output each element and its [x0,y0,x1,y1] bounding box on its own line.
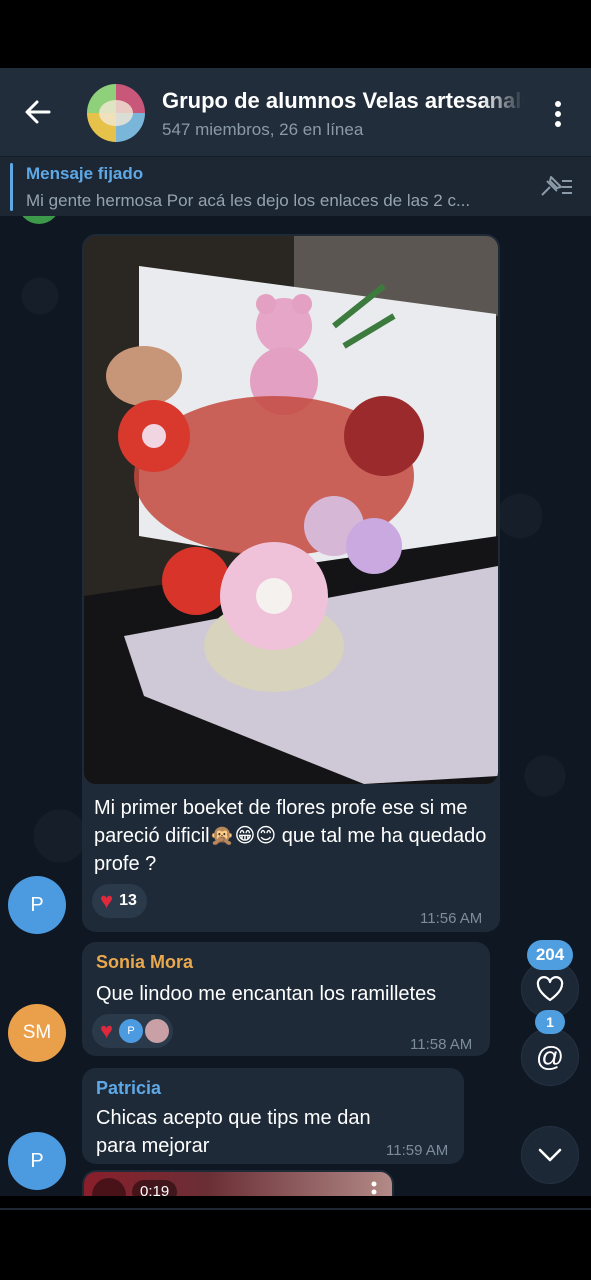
message-bubble[interactable]: Sonia Mora Que lindoo me encantan los ra… [82,942,490,1056]
message-time: 11:58 AM [410,1036,473,1053]
reaction-chip[interactable]: ♥ P [92,1014,174,1048]
sender-name[interactable]: Sonia Mora [96,952,193,973]
chat-area[interactable]: Mi primer boeket de flores profe ese si … [0,216,591,1196]
reactions-badge: 204 [527,940,573,970]
message-text: Que lindoo me encantan los ramilletes [96,983,437,1005]
chat-title[interactable]: Grupo de alumnos Velas artesanales [162,88,524,114]
video-more-icon[interactable] [370,1180,378,1196]
sender-name[interactable]: Patricia [96,1078,161,1099]
message-time: 11:59 AM [386,1142,449,1159]
message-bubble[interactable]: Patricia Chicas acepto que tips me dan p… [82,1068,464,1164]
pinned-label: Mensaje fijado [26,164,144,183]
message-text: Mi primer boeket de flores profe ese si … [94,797,487,875]
heart-icon: ♥ [100,888,114,913]
video-message[interactable]: 0:19 [82,1170,394,1196]
heart-outline-icon [536,976,564,1002]
scroll-down-button[interactable] [521,1126,579,1184]
user-avatar[interactable]: P [8,1132,66,1190]
group-avatar[interactable] [87,84,145,142]
user-avatar[interactable]: P [8,876,66,934]
divider [0,1208,591,1210]
heart-icon: ♥ [100,1018,114,1043]
video-thumbnail[interactable] [84,1172,392,1196]
reactor-avatar: P [119,1019,144,1043]
chat-subtitle: 547 miembros, 26 en línea [162,120,364,139]
mentions-jump-button[interactable]: @ [521,1028,579,1086]
pinned-indicator [10,163,13,211]
flower-bouquet-photo[interactable] [84,236,498,784]
chat-header: Grupo de alumnos Velas artesanales 547 m… [0,68,591,156]
at-sign-icon: @ [535,1041,565,1072]
status-bar [0,0,591,68]
mentions-badge: 1 [535,1010,565,1034]
previous-avatar [18,216,60,224]
more-menu-icon[interactable] [548,98,568,130]
chevron-down-icon [538,1148,562,1162]
reaction-chip[interactable]: ♥ 13 [92,884,147,918]
user-avatar[interactable]: SM [8,1004,66,1062]
reactor-avatar-photo [145,1019,170,1043]
reaction-count: 13 [119,892,137,909]
pinned-message-bar[interactable]: Mensaje fijado Mi gente hermosa Por acá … [0,156,591,216]
message-text: Chicas acepto que tips me dan para mejor… [96,1107,371,1157]
pinned-text: Mi gente hermosa Por acá les dejo los en… [26,191,471,210]
back-arrow-icon[interactable] [22,96,54,128]
message-time: 11:56 AM [420,910,483,927]
video-duration: 0:19 [132,1180,178,1196]
message-bubble[interactable]: Mi primer boeket de flores profe ese si … [82,234,500,932]
system-navigation-bar [0,1196,591,1280]
pin-list-icon[interactable] [538,173,574,201]
